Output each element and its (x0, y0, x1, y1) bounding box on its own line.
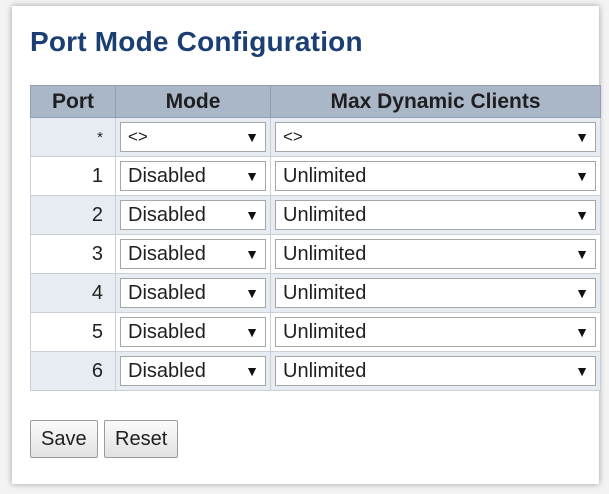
mode-select-port-4[interactable]: Disabled ▼ (120, 278, 266, 308)
chevron-down-icon: ▼ (575, 324, 589, 340)
max-clients-select-all[interactable]: <> ▼ (275, 122, 596, 152)
chevron-down-icon: ▼ (245, 285, 259, 301)
max-clients-select-value: Unlimited (283, 321, 367, 343)
column-header-max-dynamic-clients: Max Dynamic Clients (270, 85, 601, 118)
mode-select-value: Disabled (128, 321, 206, 343)
chevron-down-icon: ▼ (245, 363, 259, 379)
max-clients-select-port-6[interactable]: Unlimited ▼ (275, 356, 596, 386)
reset-button[interactable]: Reset (104, 420, 179, 458)
max-clients-cell: Unlimited ▼ (270, 312, 601, 352)
port-cell: * (30, 117, 116, 157)
port-cell: 2 (30, 195, 116, 235)
max-clients-cell: Unlimited ▼ (270, 195, 601, 235)
max-clients-select-port-4[interactable]: Unlimited ▼ (275, 278, 596, 308)
max-clients-select-port-2[interactable]: Unlimited ▼ (275, 200, 596, 230)
table-row-port-1: 1 Disabled ▼ Unlimited ▼ (30, 156, 601, 196)
max-clients-cell: Unlimited ▼ (270, 273, 601, 313)
chevron-down-icon: ▼ (245, 246, 259, 262)
column-header-port: Port (30, 85, 116, 118)
config-panel: Port Mode Configuration Port Mode Max Dy… (12, 6, 601, 484)
max-clients-cell: Unlimited ▼ (270, 234, 601, 274)
max-clients-select-value: Unlimited (283, 165, 367, 187)
mode-select-port-5[interactable]: Disabled ▼ (120, 317, 266, 347)
mode-cell: <> ▼ (115, 117, 271, 157)
table-row-port-5: 5 Disabled ▼ Unlimited ▼ (30, 312, 601, 352)
max-clients-select-value: Unlimited (283, 360, 367, 382)
mode-select-value: Disabled (128, 360, 206, 382)
chevron-down-icon: ▼ (575, 207, 589, 223)
chevron-down-icon: ▼ (245, 324, 259, 340)
table-row-port-6: 6 Disabled ▼ Unlimited ▼ (30, 351, 601, 391)
mode-select-port-6[interactable]: Disabled ▼ (120, 356, 266, 386)
mode-select-value: <> (128, 127, 148, 146)
max-clients-cell: <> ▼ (270, 117, 601, 157)
port-cell: 3 (30, 234, 116, 274)
max-clients-select-value: <> (283, 127, 303, 146)
port-cell: 5 (30, 312, 116, 352)
max-clients-select-value: Unlimited (283, 204, 367, 226)
mode-select-port-1[interactable]: Disabled ▼ (120, 161, 266, 191)
table-row-port-2: 2 Disabled ▼ Unlimited ▼ (30, 195, 601, 235)
chevron-down-icon: ▼ (575, 363, 589, 379)
mode-select-port-3[interactable]: Disabled ▼ (120, 239, 266, 269)
max-clients-select-port-3[interactable]: Unlimited ▼ (275, 239, 596, 269)
mode-cell: Disabled ▼ (115, 156, 271, 196)
max-clients-cell: Unlimited ▼ (270, 351, 601, 391)
max-clients-cell: Unlimited ▼ (270, 156, 601, 196)
port-mode-table: Port Mode Max Dynamic Clients * <> ▼ <> ▼ … (30, 85, 601, 391)
max-clients-select-port-5[interactable]: Unlimited ▼ (275, 317, 596, 347)
mode-cell: Disabled ▼ (115, 312, 271, 352)
mode-select-value: Disabled (128, 243, 206, 265)
max-clients-select-port-1[interactable]: Unlimited ▼ (275, 161, 596, 191)
chevron-down-icon: ▼ (575, 168, 589, 184)
table-header-row: Port Mode Max Dynamic Clients (30, 85, 601, 118)
mode-select-all[interactable]: <> ▼ (120, 122, 266, 152)
chevron-down-icon: ▼ (575, 246, 589, 262)
max-clients-select-value: Unlimited (283, 282, 367, 304)
chevron-down-icon: ▼ (245, 168, 259, 184)
mode-cell: Disabled ▼ (115, 234, 271, 274)
form-buttons: Save Reset (30, 420, 180, 458)
table-row-port-4: 4 Disabled ▼ Unlimited ▼ (30, 273, 601, 313)
port-cell: 1 (30, 156, 116, 196)
table-row-port-3: 3 Disabled ▼ Unlimited ▼ (30, 234, 601, 274)
mode-cell: Disabled ▼ (115, 195, 271, 235)
page-title: Port Mode Configuration (30, 26, 363, 57)
mode-select-value: Disabled (128, 204, 206, 226)
port-cell: 4 (30, 273, 116, 313)
chevron-down-icon: ▼ (575, 285, 589, 301)
column-header-mode: Mode (115, 85, 271, 118)
table-row-all-ports: * <> ▼ <> ▼ (30, 117, 601, 157)
mode-select-port-2[interactable]: Disabled ▼ (120, 200, 266, 230)
chevron-down-icon: ▼ (575, 129, 589, 145)
max-clients-select-value: Unlimited (283, 243, 367, 265)
chevron-down-icon: ▼ (245, 129, 259, 145)
mode-select-value: Disabled (128, 282, 206, 304)
mode-cell: Disabled ▼ (115, 273, 271, 313)
chevron-down-icon: ▼ (245, 207, 259, 223)
port-cell: 6 (30, 351, 116, 391)
mode-select-value: Disabled (128, 165, 206, 187)
mode-cell: Disabled ▼ (115, 351, 271, 391)
save-button[interactable]: Save (30, 420, 98, 458)
